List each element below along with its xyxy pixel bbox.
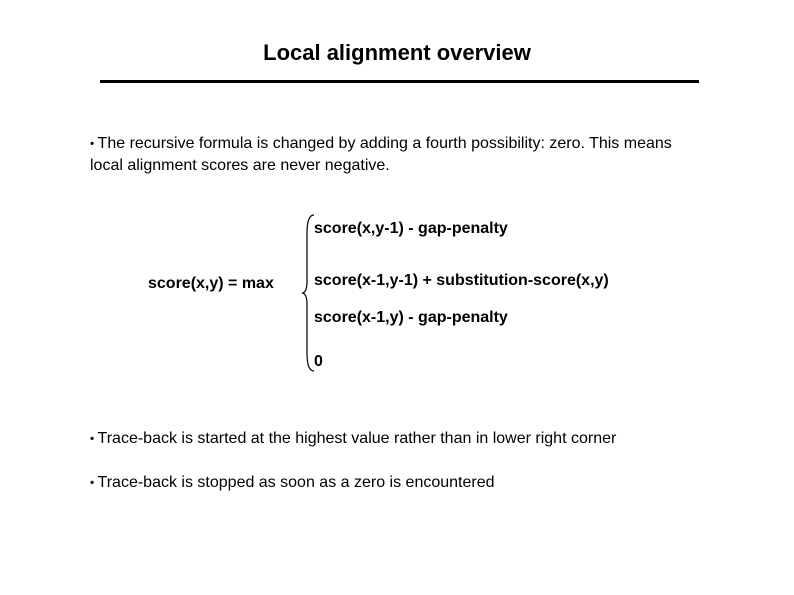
formula-option-3: score(x-1,y) - gap-penalty xyxy=(314,307,609,329)
bullet-dot: • xyxy=(90,431,98,445)
formula-option-2: score(x-1,y-1) + substitution-score(x,y) xyxy=(314,270,609,292)
formula-options: score(x,y-1) - gap-penalty score(x-1,y-1… xyxy=(314,218,609,392)
bullet-text: The recursive formula is changed by addi… xyxy=(90,135,672,174)
bullet-text: Trace-back is stopped as soon as a zero … xyxy=(98,474,495,491)
slide-content: • The recursive formula is changed by ad… xyxy=(0,83,794,495)
bullet-point-1: • The recursive formula is changed by ad… xyxy=(90,133,709,178)
formula-option-4: 0 xyxy=(314,351,609,373)
formula-block: score(x,y) = max score(x,y-1) - gap-pena… xyxy=(90,218,709,378)
bullet-dot: • xyxy=(90,136,98,150)
formula-lhs: score(x,y) = max xyxy=(148,273,274,295)
slide-title: Local alignment overview xyxy=(0,0,794,80)
bullet-text: Trace-back is started at the highest val… xyxy=(98,430,617,447)
bullet-point-3: • Trace-back is stopped as soon as a zer… xyxy=(90,472,709,494)
bullet-dot: • xyxy=(90,476,98,490)
formula-option-1: score(x,y-1) - gap-penalty xyxy=(314,218,609,240)
bullet-point-2: • Trace-back is started at the highest v… xyxy=(90,428,709,450)
